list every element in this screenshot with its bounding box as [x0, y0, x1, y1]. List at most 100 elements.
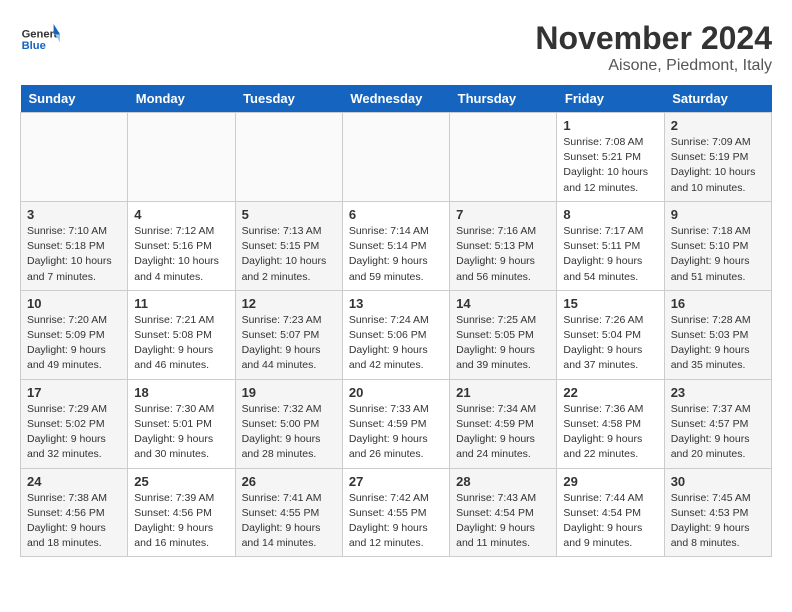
day-number: 19 [242, 385, 336, 400]
weekday-header-row: SundayMondayTuesdayWednesdayThursdayFrid… [21, 85, 772, 113]
day-number: 23 [671, 385, 765, 400]
calendar-cell: 16 Sunrise: 7:28 AM Sunset: 5:03 PM Dayli… [664, 290, 771, 379]
calendar-cell: 22Sunrise: 7:36 AM Sunset: 4:58 PM Dayli… [557, 379, 664, 468]
calendar-cell: 20Sunrise: 7:33 AM Sunset: 4:59 PM Dayli… [342, 379, 449, 468]
day-number: 6 [349, 207, 443, 222]
title-block: November 2024 Aisone, Piedmont, Italy [535, 20, 772, 75]
day-info: Sunrise: 7:16 AM Sunset: 5:13 PM Dayligh… [456, 224, 550, 285]
calendar-cell: 21 Sunrise: 7:34 AM Sunset: 4:59 PM Dayli… [450, 379, 557, 468]
day-number: 9 [671, 207, 765, 222]
calendar-cell: 10Sunrise: 7:20 AM Sunset: 5:09 PM Dayli… [21, 290, 128, 379]
day-info: Sunrise: 7:34 AM Sunset: 4:59 PM Dayligh… [456, 402, 550, 463]
day-number: 1 [563, 118, 657, 133]
day-info: Sunrise: 7:08 AM Sunset: 5:21 PM Dayligh… [563, 135, 657, 196]
day-number: 14 [456, 296, 550, 311]
calendar-cell [128, 113, 235, 202]
calendar-cell: 17 Sunrise: 7:29 AM Sunset: 5:02 PM Dayli… [21, 379, 128, 468]
day-info: Sunrise: 7:28 AM Sunset: 5:03 PM Dayligh… [671, 313, 765, 374]
day-info: Sunrise: 7:23 AM Sunset: 5:07 PM Dayligh… [242, 313, 336, 374]
day-number: 4 [134, 207, 228, 222]
location: Aisone, Piedmont, Italy [535, 57, 772, 75]
weekday-header-wednesday: Wednesday [342, 85, 449, 113]
day-number: 12 [242, 296, 336, 311]
calendar-cell: 15 Sunrise: 7:26 AM Sunset: 5:04 PM Dayli… [557, 290, 664, 379]
calendar-cell: 27Sunrise: 7:42 AM Sunset: 4:55 PM Dayli… [342, 468, 449, 557]
day-info: Sunrise: 7:37 AM Sunset: 4:57 PM Dayligh… [671, 402, 765, 463]
weekday-header-thursday: Thursday [450, 85, 557, 113]
day-number: 17 [27, 385, 121, 400]
calendar-cell: 23 Sunrise: 7:37 AM Sunset: 4:57 PM Dayli… [664, 379, 771, 468]
calendar-cell: 28 Sunrise: 7:43 AM Sunset: 4:54 PM Dayli… [450, 468, 557, 557]
day-number: 3 [27, 207, 121, 222]
calendar-cell [235, 113, 342, 202]
day-number: 28 [456, 474, 550, 489]
day-info: Sunrise: 7:24 AM Sunset: 5:06 PM Dayligh… [349, 313, 443, 374]
day-number: 16 [671, 296, 765, 311]
day-info: Sunrise: 7:14 AM Sunset: 5:14 PM Dayligh… [349, 224, 443, 285]
calendar-cell: 11 Sunrise: 7:21 AM Sunset: 5:08 PM Dayli… [128, 290, 235, 379]
day-info: Sunrise: 7:25 AM Sunset: 5:05 PM Dayligh… [456, 313, 550, 374]
day-info: Sunrise: 7:13 AM Sunset: 5:15 PM Dayligh… [242, 224, 336, 285]
day-info: Sunrise: 7:33 AM Sunset: 4:59 PM Dayligh… [349, 402, 443, 463]
calendar-cell: 8Sunrise: 7:17 AM Sunset: 5:11 PM Daylig… [557, 201, 664, 290]
calendar-cell: 18Sunrise: 7:30 AM Sunset: 5:01 PM Dayli… [128, 379, 235, 468]
day-info: Sunrise: 7:09 AM Sunset: 5:19 PM Dayligh… [671, 135, 765, 196]
calendar-cell: 19Sunrise: 7:32 AM Sunset: 5:00 PM Dayli… [235, 379, 342, 468]
day-number: 5 [242, 207, 336, 222]
day-info: Sunrise: 7:26 AM Sunset: 5:04 PM Dayligh… [563, 313, 657, 374]
day-number: 15 [563, 296, 657, 311]
day-number: 25 [134, 474, 228, 489]
month-title: November 2024 [535, 20, 772, 57]
day-info: Sunrise: 7:45 AM Sunset: 4:53 PM Dayligh… [671, 491, 765, 552]
calendar-cell: 26 Sunrise: 7:41 AM Sunset: 4:55 PM Dayli… [235, 468, 342, 557]
day-number: 27 [349, 474, 443, 489]
day-number: 10 [27, 296, 121, 311]
day-number: 21 [456, 385, 550, 400]
day-info: Sunrise: 7:39 AM Sunset: 4:56 PM Dayligh… [134, 491, 228, 552]
day-info: Sunrise: 7:44 AM Sunset: 4:54 PM Dayligh… [563, 491, 657, 552]
calendar-cell: 3 Sunrise: 7:10 AM Sunset: 5:18 PM Daylig… [21, 201, 128, 290]
calendar-cell [342, 113, 449, 202]
calendar-week-row: 24Sunrise: 7:38 AM Sunset: 4:56 PM Dayli… [21, 468, 772, 557]
calendar-cell [21, 113, 128, 202]
calendar-table: SundayMondayTuesdayWednesdayThursdayFrid… [20, 85, 772, 557]
day-number: 30 [671, 474, 765, 489]
day-info: Sunrise: 7:18 AM Sunset: 5:10 PM Dayligh… [671, 224, 765, 285]
calendar-cell: 25 Sunrise: 7:39 AM Sunset: 4:56 PM Dayli… [128, 468, 235, 557]
weekday-header-saturday: Saturday [664, 85, 771, 113]
calendar-week-row: 3 Sunrise: 7:10 AM Sunset: 5:18 PM Daylig… [21, 201, 772, 290]
calendar-cell: 2Sunrise: 7:09 AM Sunset: 5:19 PM Daylig… [664, 113, 771, 202]
day-info: Sunrise: 7:38 AM Sunset: 4:56 PM Dayligh… [27, 491, 121, 552]
calendar-cell: 4 Sunrise: 7:12 AM Sunset: 5:16 PM Daylig… [128, 201, 235, 290]
day-info: Sunrise: 7:41 AM Sunset: 4:55 PM Dayligh… [242, 491, 336, 552]
day-info: Sunrise: 7:12 AM Sunset: 5:16 PM Dayligh… [134, 224, 228, 285]
day-number: 13 [349, 296, 443, 311]
day-info: Sunrise: 7:10 AM Sunset: 5:18 PM Dayligh… [27, 224, 121, 285]
day-number: 11 [134, 296, 228, 311]
calendar-week-row: 10Sunrise: 7:20 AM Sunset: 5:09 PM Dayli… [21, 290, 772, 379]
day-info: Sunrise: 7:17 AM Sunset: 5:11 PM Dayligh… [563, 224, 657, 285]
calendar-cell: 29 Sunrise: 7:44 AM Sunset: 4:54 PM Dayli… [557, 468, 664, 557]
calendar-cell: 24Sunrise: 7:38 AM Sunset: 4:56 PM Dayli… [21, 468, 128, 557]
page-header: General Blue November 2024 Aisone, Piedm… [20, 20, 772, 75]
weekday-header-sunday: Sunday [21, 85, 128, 113]
weekday-header-monday: Monday [128, 85, 235, 113]
day-number: 7 [456, 207, 550, 222]
day-number: 26 [242, 474, 336, 489]
day-number: 22 [563, 385, 657, 400]
day-info: Sunrise: 7:29 AM Sunset: 5:02 PM Dayligh… [27, 402, 121, 463]
day-info: Sunrise: 7:43 AM Sunset: 4:54 PM Dayligh… [456, 491, 550, 552]
logo: General Blue [20, 20, 60, 60]
calendar-cell: 12 Sunrise: 7:23 AM Sunset: 5:07 PM Dayli… [235, 290, 342, 379]
weekday-header-friday: Friday [557, 85, 664, 113]
day-number: 29 [563, 474, 657, 489]
svg-text:Blue: Blue [22, 40, 46, 52]
calendar-cell: 30 Sunrise: 7:45 AM Sunset: 4:53 PM Dayli… [664, 468, 771, 557]
calendar-cell: 13 Sunrise: 7:24 AM Sunset: 5:06 PM Dayli… [342, 290, 449, 379]
day-info: Sunrise: 7:21 AM Sunset: 5:08 PM Dayligh… [134, 313, 228, 374]
calendar-cell: 9 Sunrise: 7:18 AM Sunset: 5:10 PM Daylig… [664, 201, 771, 290]
calendar-week-row: 1 Sunrise: 7:08 AM Sunset: 5:21 PM Daylig… [21, 113, 772, 202]
calendar-week-row: 17 Sunrise: 7:29 AM Sunset: 5:02 PM Dayli… [21, 379, 772, 468]
logo-icon: General Blue [20, 20, 60, 60]
calendar-cell: 7 Sunrise: 7:16 AM Sunset: 5:13 PM Daylig… [450, 201, 557, 290]
